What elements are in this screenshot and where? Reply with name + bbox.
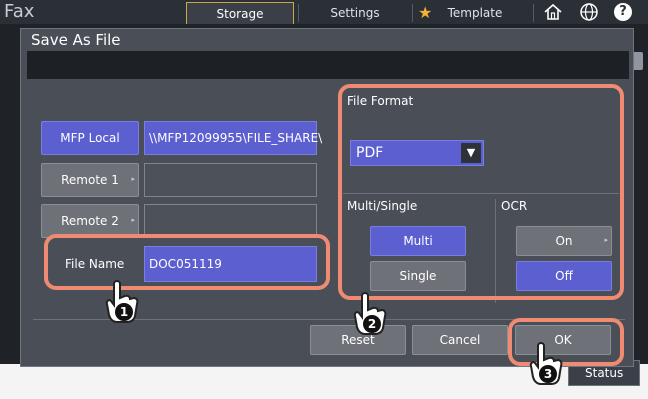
remote-2-label: Remote 2 xyxy=(61,214,119,228)
home-icon[interactable] xyxy=(543,2,563,22)
single-button[interactable]: Single xyxy=(370,261,466,291)
hand-pointer-icon: 2 xyxy=(353,292,387,335)
remote-1-label: Remote 1 xyxy=(61,173,119,187)
app-title: Fax xyxy=(4,1,35,22)
dialog-message-bar xyxy=(27,51,629,79)
remote-2-button[interactable]: Remote 2 ▸ xyxy=(41,204,139,238)
tab-divider xyxy=(298,4,299,22)
section-divider xyxy=(343,193,619,194)
file-format-select[interactable]: PDF ▼ xyxy=(350,140,484,166)
ocr-label: OCR xyxy=(501,199,528,213)
file-name-field[interactable]: DOC051119 xyxy=(144,246,317,282)
hand-pointer-icon: 3 xyxy=(529,342,563,385)
help-icon[interactable]: ? xyxy=(614,3,632,21)
multi-button[interactable]: Multi xyxy=(370,226,466,256)
tab-template[interactable]: Template xyxy=(420,2,530,24)
cancel-button[interactable]: Cancel xyxy=(412,325,508,355)
file-format-label: File Format xyxy=(347,94,414,108)
mfp-local-button[interactable]: MFP Local xyxy=(41,121,139,155)
dialog-title: Save As File xyxy=(31,31,121,49)
multi-single-label: Multi/Single xyxy=(347,199,418,213)
corner-marker-icon: ▸ xyxy=(131,216,135,224)
chevron-down-icon: ▼ xyxy=(461,143,481,163)
tab-settings[interactable]: Settings xyxy=(303,2,407,24)
callout-number: 2 xyxy=(368,317,376,331)
ocr-on-label: On xyxy=(555,234,573,248)
hand-pointer-icon: 1 xyxy=(105,280,139,323)
callout-number: 3 xyxy=(544,367,552,381)
ocr-off-button[interactable]: Off xyxy=(516,261,612,291)
remote-1-path-field[interactable] xyxy=(144,163,317,197)
callout-number: 1 xyxy=(120,305,128,319)
ocr-on-button[interactable]: On ▸ xyxy=(516,226,612,256)
mfp-local-path-field[interactable]: \\MFP12099955\FILE_SHARE\ xyxy=(144,121,322,155)
remote-1-button[interactable]: Remote 1 ▸ xyxy=(41,163,139,197)
screen: Fax Storage Settings ★ Template ? 05/10/… xyxy=(0,0,648,399)
corner-marker-icon: ▸ xyxy=(131,175,135,183)
remote-2-path-field[interactable] xyxy=(144,204,317,238)
section-divider xyxy=(495,199,496,303)
file-format-value: PDF xyxy=(356,145,384,161)
file-name-label: File Name xyxy=(65,257,125,271)
corner-marker-icon: ▸ xyxy=(604,236,608,244)
app-top-bar: Fax Storage Settings ★ Template ? xyxy=(0,0,648,24)
tab-storage[interactable]: Storage xyxy=(186,2,294,24)
globe-icon[interactable] xyxy=(579,2,599,22)
tab-divider xyxy=(412,4,413,22)
tab-divider xyxy=(533,4,534,22)
